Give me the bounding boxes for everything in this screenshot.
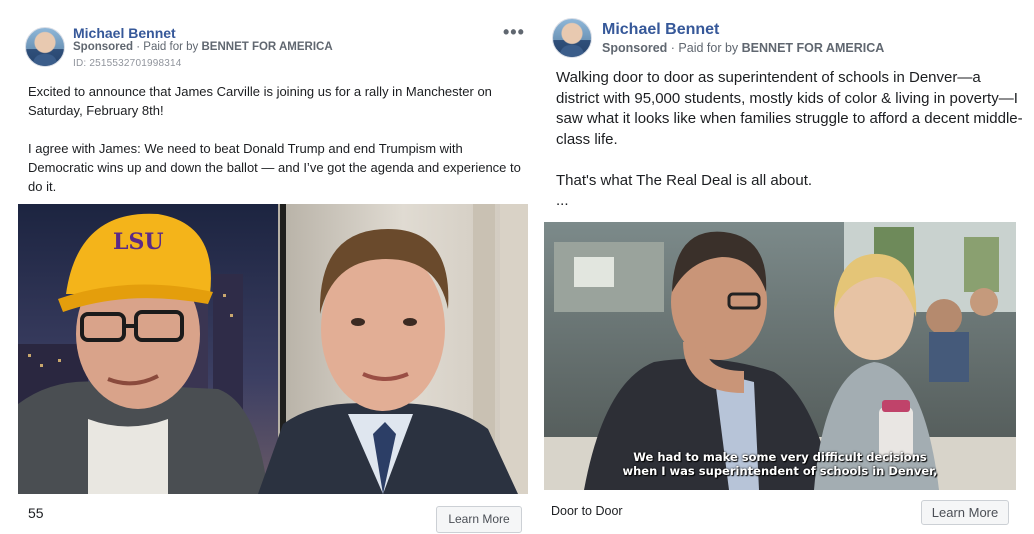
page-name-link[interactable]: Michael Bennet — [73, 25, 176, 41]
paid-for-prefix: Paid for by — [143, 41, 199, 53]
ad-body-text: Excited to announce that James Carville … — [28, 84, 521, 194]
more-options-icon[interactable]: ••• — [503, 22, 525, 43]
video-subtitle: We had to make some very difficult decis… — [622, 450, 938, 478]
video-still-two-men-icon: LSU — [18, 204, 528, 494]
ad-id: ID: 2515532701998314 — [73, 58, 182, 69]
paid-for-prefix: Paid for by — [678, 41, 739, 55]
paid-for-name[interactable]: BENNET FOR AMERICA — [742, 41, 885, 55]
avatar[interactable] — [552, 18, 592, 58]
footer-count: 55 — [28, 505, 44, 521]
sponsored-line: Sponsored · Paid for by BENNET FOR AMERI… — [602, 41, 885, 55]
avatar[interactable] — [25, 27, 65, 67]
ad-card-carville-rally: Michael Bennet Sponsored · Paid for by B… — [0, 0, 540, 534]
sponsored-label: Sponsored — [73, 41, 134, 53]
sponsored-label: Sponsored — [602, 41, 668, 55]
learn-more-button[interactable]: Learn More — [436, 506, 522, 533]
footer-title: Door to Door — [551, 504, 623, 518]
sponsored-line: Sponsored · Paid for by BENNET FOR AMERI… — [73, 41, 333, 53]
video-thumbnail[interactable]: LSU — [18, 204, 528, 494]
video-thumbnail[interactable]: We had to make some very difficult decis… — [544, 222, 1016, 490]
svg-text:LSU: LSU — [113, 229, 164, 255]
learn-more-button[interactable]: Learn More — [921, 500, 1009, 525]
page-name-link[interactable]: Michael Bennet — [602, 21, 719, 39]
paid-for-name[interactable]: BENNET FOR AMERICA — [201, 41, 332, 53]
ad-body-text: Walking door to door as superintendent o… — [556, 69, 1023, 209]
ad-card-door-to-door: Michael Bennet Sponsored · Paid for by B… — [540, 0, 1034, 534]
